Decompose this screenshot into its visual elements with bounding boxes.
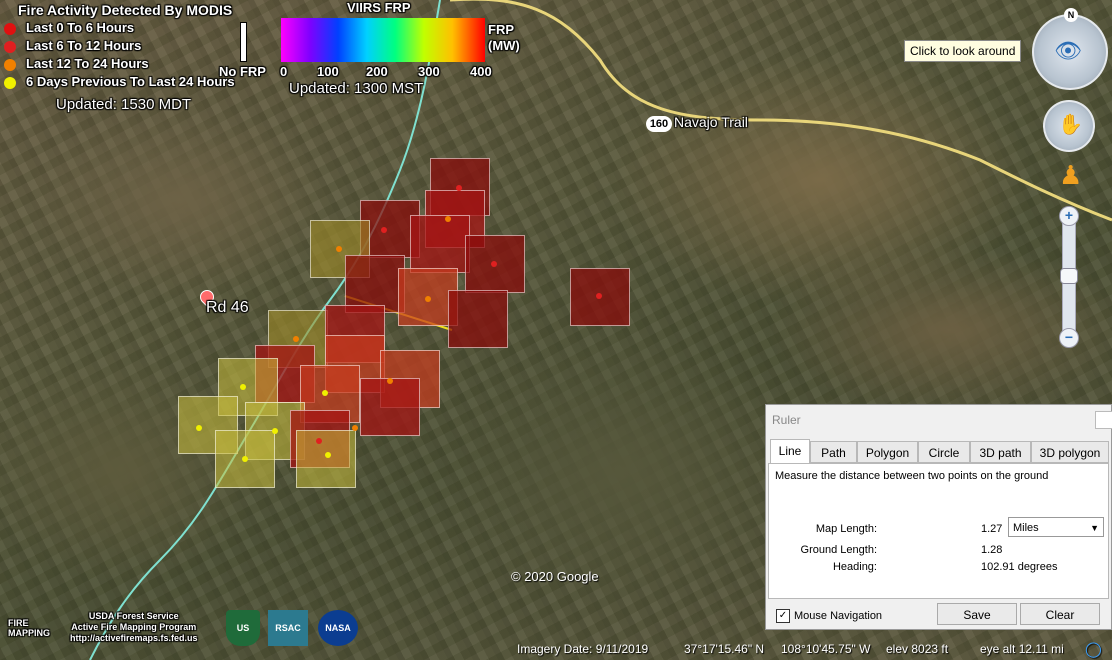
fire-point [240,384,246,390]
highway-shield: 160 [646,116,672,132]
viirs-updated-text: Updated: 1300 MST [289,80,424,97]
legend-label: Last 6 To 12 Hours [26,38,142,53]
legend-label: Last 0 To 6 Hours [26,20,135,35]
fire-pixel[interactable] [448,290,508,348]
mouse-navigation-checkbox[interactable]: ✓ Mouse Navigation [776,609,882,623]
credits-line: Active Fire Mapping Program [71,622,197,632]
frp-tick: 0 [280,64,288,79]
legend-item: Last 0 To 6 Hours [4,20,134,35]
no-frp-swatch [240,22,247,62]
status-bar: Imagery Date: 9/11/2019 37°17'15.46" N 1… [510,638,1112,660]
look-around-tooltip: Click to look around [904,40,1022,62]
tab-circle[interactable]: Circle [918,441,970,463]
street-view-pegman-icon[interactable]: ♟ [1059,160,1082,191]
longitude-readout: 108°10'45.75" W [781,642,871,656]
ruler-description: Measure the distance between two points … [775,470,1049,482]
map-length-label: Map Length: [815,523,877,535]
frp-tick: 100 [317,64,339,79]
zoom-out-button[interactable]: − [1059,328,1079,348]
zoom-in-button[interactable]: + [1059,206,1079,226]
ground-length-value: 1.28 [981,544,1003,556]
fire-point [352,425,358,431]
legend-label: Last 12 To 24 Hours [26,56,149,71]
clear-button[interactable]: Clear [1020,603,1100,625]
fire-point [387,378,393,384]
latitude-readout: 37°17'15.46" N [684,642,765,656]
fire-point [596,293,602,299]
ruler-title: Ruler [772,413,801,427]
legend-item: Last 12 To 24 Hours [4,56,149,71]
placemark-label[interactable]: Rd 46 [206,299,249,317]
fire-point [445,216,451,222]
checkbox-check-icon[interactable]: ✓ [776,609,790,623]
rsac-logo: RSAC [268,610,308,646]
fire-point [316,438,322,444]
frp-tick: 200 [366,64,388,79]
tab-3d-polygon[interactable]: 3D polygon [1031,441,1109,463]
eye-altitude-readout: eye alt 12.11 mi [980,642,1064,656]
elevation-readout: elev 8023 ft [886,642,949,656]
ruler-panel: Measure the distance between two points … [768,463,1109,599]
fire-point [325,452,331,458]
fire-mapping-logo: FIRE MAPPING [8,618,51,638]
fire-point [336,246,342,252]
modis-updated-text: Updated: 1530 MDT [56,96,192,113]
tab-polygon[interactable]: Polygon [857,441,918,463]
map-length-value: 1.27 [981,523,1003,535]
legend-item: Last 6 To 12 Hours [4,38,141,53]
highway-160-line [450,0,1112,222]
legend-item: 6 Days Previous To Last 24 Hours [4,74,235,89]
eye-icon[interactable]: 👁 [1054,38,1082,64]
fire-point [456,185,462,191]
fire-pixel[interactable] [296,430,356,488]
heading-label: Heading: [832,561,877,573]
no-frp-label: No FRP [219,64,266,79]
save-button[interactable]: Save [937,603,1017,625]
fire-pixel[interactable] [360,378,420,436]
chevron-down-icon: ▼ [1090,523,1099,533]
hand-icon[interactable]: ✋ [1058,112,1083,137]
legend-dot [4,40,16,53]
streaming-indicator-icon: ◯ [1085,641,1102,658]
tab-line[interactable]: Line [770,439,810,464]
fire-point [322,390,328,396]
north-indicator[interactable]: N [1064,8,1078,22]
frp-unit-label: FRP (MW) [488,22,520,53]
units-value: Miles [1013,522,1039,534]
fire-point [491,261,497,267]
ground-length-label: Ground Length: [800,544,877,556]
mouse-navigation-label[interactable]: Mouse Navigation [794,610,882,622]
modis-legend-title: Fire Activity Detected By MODIS [18,2,233,18]
heading-value: 102.91 degrees [981,561,1058,573]
credits-line: USDA Forest Service [88,611,179,621]
viirs-legend-title: VIIRS FRP [347,0,411,15]
fire-point [381,227,387,233]
legend-dot [4,76,16,89]
credits-line: http://activefiremaps.fs.fed.us [70,633,198,643]
frp-color-scale [281,18,485,62]
fire-point [293,336,299,342]
legend-label: 6 Days Previous To Last 24 Hours [26,74,235,89]
copyright-text: © 2020 Google [511,569,599,584]
legend-dot [4,58,16,71]
units-dropdown[interactable]: Miles ▼ [1008,517,1104,537]
zoom-slider-knob[interactable] [1060,268,1078,284]
tab-3d-path[interactable]: 3D path [970,441,1031,463]
fire-point [242,456,248,462]
tab-path[interactable]: Path [810,441,857,463]
fire-point [196,425,202,431]
ruler-dialog: Ruler Line Path Polygon Circle 3D path 3… [765,404,1112,630]
imagery-date: Imagery Date: 9/11/2019 [517,642,649,656]
credits-block: USDA Forest Service Active Fire Mapping … [70,611,198,644]
frp-tick: 300 [418,64,440,79]
fire-pixel[interactable] [410,215,470,273]
legend-dot [4,22,16,35]
frp-tick: 400 [470,64,492,79]
road-label: Navajo Trail [674,114,748,130]
fire-point [425,296,431,302]
usfs-shield-logo: US [226,610,260,646]
nasa-logo: NASA [318,610,358,646]
close-icon[interactable] [1095,411,1112,429]
fire-point [272,428,278,434]
